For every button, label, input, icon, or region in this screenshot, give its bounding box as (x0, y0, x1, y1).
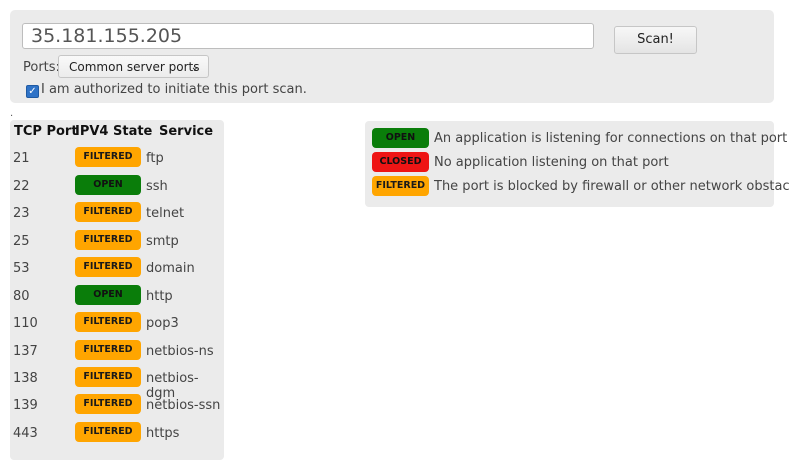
header-tcp-port: TCP Port (14, 124, 78, 139)
legend-badge: CLOSED (372, 152, 429, 172)
legend-badge: OPEN (372, 128, 429, 148)
service-name: http (146, 289, 173, 304)
scan-button[interactable]: Scan! (614, 26, 697, 54)
port-number: 80 (13, 289, 30, 304)
table-row: 23 FILTERED telnet (10, 202, 224, 224)
port-number: 138 (13, 371, 38, 386)
state-badge: OPEN (75, 285, 141, 305)
port-number: 137 (13, 344, 38, 359)
legend-description: An application is listening for connecti… (434, 131, 788, 146)
scan-form-panel: 35.181.155.205 Scan! Ports: Common serve… (10, 10, 774, 103)
service-name: telnet (146, 206, 185, 221)
service-name: https (146, 426, 180, 441)
state-badge: FILTERED (75, 257, 141, 277)
port-number: 23 (13, 206, 30, 221)
service-name: netbios-ssn (146, 398, 221, 413)
legend-description: No application listening on that port (434, 155, 669, 170)
ports-select-value: Common server ports (69, 60, 200, 74)
state-badge: FILTERED (75, 202, 141, 222)
service-name: smtp (146, 234, 179, 249)
authorization-label: I am authorized to initiate this port sc… (41, 82, 307, 97)
legend-item: FILTERED The port is blocked by firewall … (372, 176, 789, 196)
state-badge: FILTERED (75, 230, 141, 250)
port-number: 110 (13, 316, 38, 331)
table-row: 138 FILTERED netbios-dgm (10, 367, 224, 401)
table-row: 137 FILTERED netbios-ns (10, 340, 224, 362)
state-badge: FILTERED (75, 312, 141, 332)
state-badge: FILTERED (75, 394, 141, 414)
port-number: 53 (13, 261, 30, 276)
table-row: 443 FILTERED https (10, 422, 224, 444)
table-row: 21 FILTERED ftp (10, 147, 224, 169)
header-ipv4-state: IPV4 State (75, 124, 153, 139)
state-badge: FILTERED (75, 422, 141, 442)
header-service: Service (159, 124, 214, 139)
legend-badge: FILTERED (372, 176, 429, 196)
state-badge: FILTERED (75, 147, 141, 167)
legend-description: The port is blocked by firewall or other… (434, 179, 789, 194)
state-badge: FILTERED (75, 340, 141, 360)
port-number: 22 (13, 179, 30, 194)
ports-label: Ports: (23, 60, 60, 75)
port-number: 25 (13, 234, 30, 249)
table-row: 110 FILTERED pop3 (10, 312, 224, 334)
legend-panel: OPEN An application is listening for conn… (365, 121, 789, 207)
service-name: netbios-ns (146, 344, 214, 359)
table-row: 80 OPEN http (10, 285, 224, 307)
table-row: 139 FILTERED netbios-ssn (10, 394, 224, 416)
service-name: pop3 (146, 316, 179, 331)
table-row: 25 FILTERED smtp (10, 230, 224, 252)
ip-address-input[interactable]: 35.181.155.205 (22, 23, 594, 49)
authorization-checkbox[interactable]: ✓ (26, 85, 39, 98)
table-row: 53 FILTERED domain (10, 257, 224, 279)
service-name: domain (146, 261, 195, 276)
authorization-row[interactable]: ✓ I am authorized to initiate this port s… (26, 82, 307, 98)
port-number: 443 (13, 426, 38, 441)
service-name: ssh (146, 179, 168, 194)
table-row: 22 OPEN ssh (10, 175, 224, 197)
divider-mark: . (10, 108, 14, 119)
state-badge: OPEN (75, 175, 141, 195)
port-number: 21 (13, 151, 30, 166)
service-name: ftp (146, 151, 164, 166)
port-number: 139 (13, 398, 38, 413)
state-badge: FILTERED (75, 367, 141, 387)
ports-select[interactable]: Common server ports ⌄ (58, 55, 209, 78)
chevron-down-icon: ⌄ (190, 62, 199, 73)
results-table: TCP Port IPV4 State Service 21 FILTERED ft… (10, 120, 224, 460)
legend-item: CLOSED No application listening on that p… (372, 152, 772, 172)
legend-item: OPEN An application is listening for conn… (372, 128, 787, 148)
